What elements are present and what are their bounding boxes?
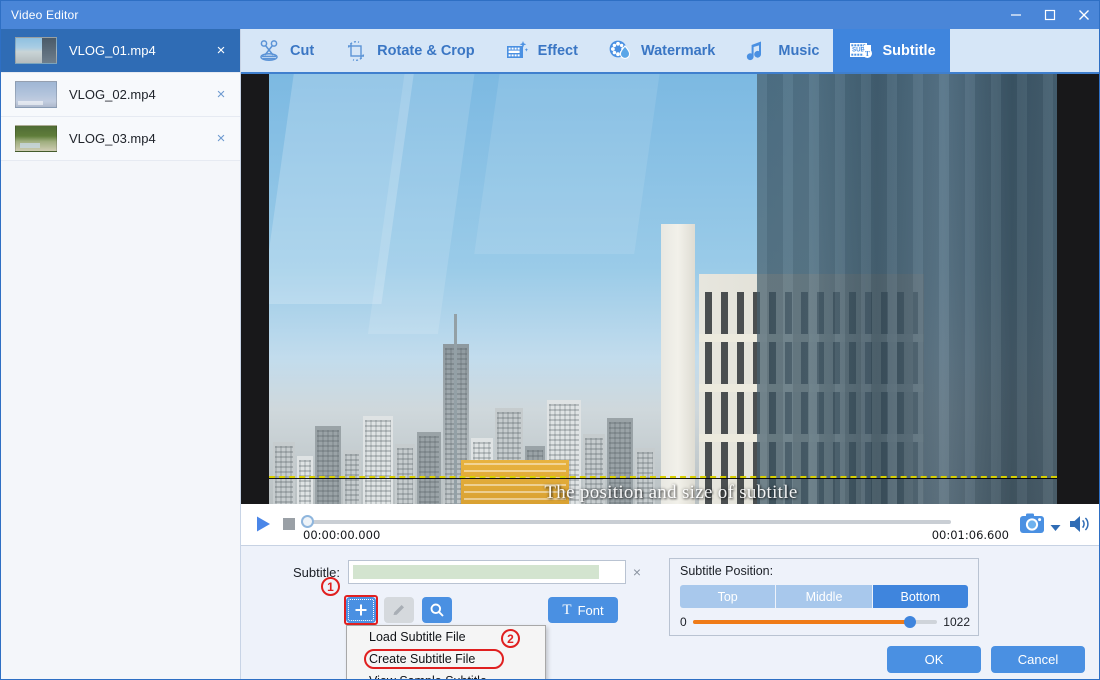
font-button[interactable]: T Font [548, 597, 618, 623]
tab-watermark[interactable]: Watermark [592, 29, 729, 72]
reflection-streak [474, 74, 664, 254]
current-time: 00:00:00.000 [303, 528, 380, 542]
ok-button[interactable]: OK [887, 646, 981, 673]
slider-handle[interactable] [904, 616, 916, 628]
slider-fill [693, 620, 911, 624]
cancel-button[interactable]: Cancel [991, 646, 1085, 673]
dialog-buttons: OK Cancel [887, 646, 1085, 673]
position-option-middle[interactable]: Middle [776, 585, 872, 608]
file-list-sidebar: VLOG_01.mp4 × VLOG_02.mp4 × VLOG_03.mp4 … [1, 29, 241, 680]
play-button[interactable] [251, 512, 275, 536]
subtitle-overlay-text: The position and size of subtitle [241, 482, 1100, 504]
edit-subtitle-button [384, 597, 414, 623]
seek-bar[interactable] [301, 517, 951, 525]
subtitle-input-fill [353, 565, 599, 579]
list-item[interactable]: VLOG_01.mp4 × [1, 29, 240, 73]
tab-cut[interactable]: Cut [241, 29, 328, 72]
subtitle-icon: SUB T [847, 37, 875, 65]
pale-column [661, 224, 695, 504]
music-note-icon [743, 37, 771, 65]
subtitle-position-label: Subtitle Position: [680, 564, 773, 578]
svg-text:T: T [865, 49, 870, 58]
tab-music[interactable]: Music [729, 29, 833, 72]
search-subtitle-button[interactable] [422, 597, 452, 623]
maximize-button[interactable] [1033, 1, 1067, 29]
stop-button[interactable] [283, 518, 295, 530]
file-name: VLOG_03.mp4 [69, 131, 210, 146]
remove-file-icon[interactable]: × [210, 40, 232, 62]
menu-item-view-sample-subtitle[interactable]: View Sample Subtitle [347, 670, 545, 680]
window-controls [999, 1, 1100, 29]
snapshot-icon[interactable] [1019, 511, 1045, 535]
position-option-top[interactable]: Top [680, 585, 776, 608]
slider-max-label: 1022 [943, 615, 970, 629]
subtitle-input[interactable] [348, 560, 626, 584]
slider-min-label: 0 [680, 615, 687, 629]
font-glyph-icon: T [562, 602, 571, 619]
scissors-icon [255, 37, 283, 65]
tab-subtitle[interactable]: SUB T Subtitle [833, 29, 949, 72]
tab-rotate-crop[interactable]: Rotate & Crop [328, 29, 488, 72]
font-button-label: Font [578, 603, 604, 618]
annotation-oval-create-subtitle [364, 649, 504, 669]
crop-rotate-icon [342, 37, 370, 65]
slider-track[interactable] [693, 620, 938, 624]
list-item[interactable]: VLOG_03.mp4 × [1, 117, 240, 161]
list-item[interactable]: VLOG_02.mp4 × [1, 73, 240, 117]
seek-handle[interactable] [301, 515, 314, 528]
file-name: VLOG_02.mp4 [69, 87, 210, 102]
subtitle-guide-line [269, 476, 1057, 478]
window-title: Video Editor [1, 8, 79, 22]
reel-droplet-icon [606, 37, 634, 65]
window-curtain [757, 74, 1057, 504]
position-option-bottom[interactable]: Bottom [873, 585, 968, 608]
video-thumbnail [15, 81, 57, 108]
file-name: VLOG_01.mp4 [69, 43, 210, 58]
close-button[interactable] [1067, 1, 1100, 29]
remove-file-icon[interactable]: × [210, 84, 232, 106]
video-thumbnail [15, 37, 57, 64]
editor-toolbar: Cut Rotate & Crop [241, 29, 1100, 74]
tab-label: Effect [538, 43, 578, 59]
video-editor-window: Video Editor VLOG_01.mp4 × VLOG_02.mp4 × [0, 0, 1100, 680]
tab-label: Subtitle [882, 43, 935, 59]
subtitle-field-row: Subtitle: × [293, 560, 648, 584]
tab-label: Rotate & Crop [377, 43, 474, 59]
annotation-box-add-button [344, 595, 378, 625]
remove-file-icon[interactable]: × [210, 128, 232, 150]
clear-subtitle-icon[interactable]: × [626, 560, 648, 584]
annotation-badge-2: 2 [501, 629, 520, 648]
tab-label: Watermark [641, 43, 715, 59]
title-bar: Video Editor [1, 1, 1100, 29]
minimize-button[interactable] [999, 1, 1033, 29]
volume-icon[interactable] [1069, 514, 1091, 534]
subtitle-position-segments: Top Middle Bottom [680, 585, 968, 608]
subtitle-position-slider[interactable]: 0 1022 [680, 615, 970, 629]
transport-bar: 00:00:00.000 00:01:06.600 [241, 504, 1100, 546]
video-preview[interactable]: The position and size of subtitle [241, 74, 1100, 504]
video-thumbnail [15, 125, 57, 152]
tab-label: Cut [290, 43, 314, 59]
seek-track[interactable] [301, 520, 951, 524]
tab-label: Music [778, 43, 819, 59]
annotation-badge-1: 1 [321, 577, 340, 596]
subtitle-position-group: Subtitle Position: Top Middle Bottom 0 1… [669, 558, 979, 636]
tab-effect[interactable]: Effect [489, 29, 592, 72]
film-sparkle-icon [503, 37, 531, 65]
video-frame [269, 74, 1057, 504]
total-time: 00:01:06.600 [932, 528, 1009, 542]
chevron-down-icon[interactable] [1050, 519, 1061, 537]
